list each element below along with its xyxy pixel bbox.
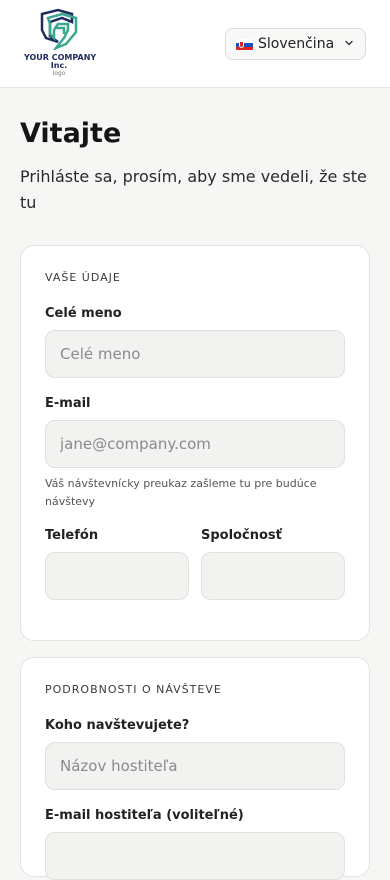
host-email-input[interactable] (45, 832, 345, 880)
section-heading-visit: PODROBNOSTI O NÁVŠTEVE (45, 683, 222, 696)
visit-details-card: PODROBNOSTI O NÁVŠTEVE Koho navštevujete… (20, 657, 370, 880)
phone-input[interactable] (45, 552, 189, 600)
section-heading-details: VAŠE ÚDAJE (45, 271, 121, 284)
chevron-down-icon (345, 40, 353, 46)
email-label: E-mail (45, 396, 91, 411)
page-title: Vitajte (20, 118, 122, 149)
email-hint: Váš návštevnícky preukaz zašleme tu pre … (45, 477, 317, 508)
full-name-label: Celé meno (45, 306, 122, 321)
email-input[interactable] (45, 420, 345, 468)
host-email-label: E-mail hostiteľa (voliteľné) (45, 808, 244, 823)
app-header: YOUR COMPANY Inc. logo Slovenčina (0, 0, 390, 88)
language-selector[interactable]: Slovenčina (225, 28, 366, 60)
logo-company-suffix: Inc. (50, 61, 68, 70)
phone-label: Telefón (45, 528, 99, 543)
logo-caption: logo (52, 70, 66, 77)
host-label: Koho navštevujete? (45, 718, 190, 733)
host-input[interactable] (45, 742, 345, 790)
visitor-details-card: VAŠE ÚDAJE Celé meno E-mail Váš návštevn… (20, 245, 370, 641)
company-input[interactable] (201, 552, 345, 600)
slovakia-flag-icon (236, 38, 253, 50)
company-label: Spoločnosť (201, 528, 282, 543)
shield-logo-icon (40, 8, 78, 50)
company-logo: YOUR COMPANY Inc. logo (24, 8, 96, 80)
full-name-input[interactable] (45, 330, 345, 378)
page-subtitle: Prihláste sa, prosím, aby sme vedeli, že… (20, 167, 367, 212)
language-selected-label: Slovenčina (258, 36, 335, 52)
